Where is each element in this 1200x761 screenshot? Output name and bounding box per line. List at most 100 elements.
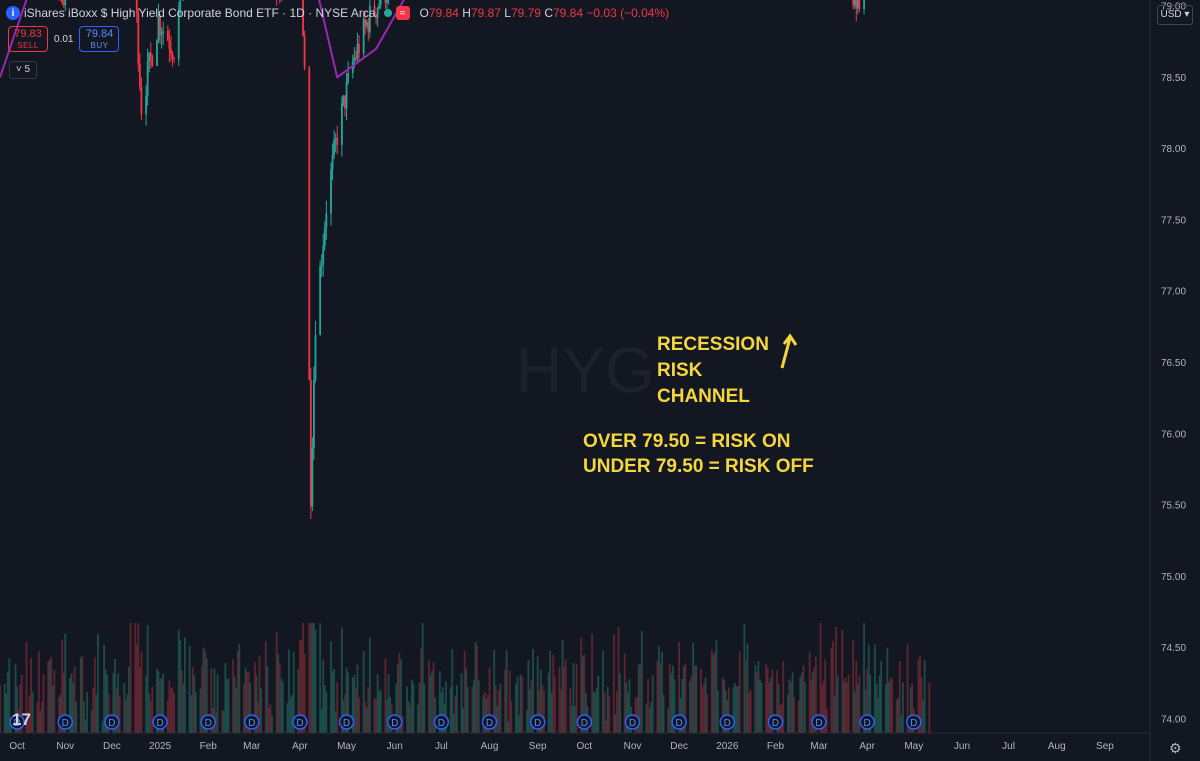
volume-bar xyxy=(667,708,670,733)
dividend-marker-icon: D xyxy=(767,714,784,730)
volume-bar xyxy=(518,715,520,733)
volume-bar xyxy=(190,695,193,733)
volume-bar xyxy=(313,623,315,733)
volume-bar xyxy=(278,662,281,733)
ohlc-readout: O79.84 H79.87 L79.79 C79.84 −0.03 (−0.04… xyxy=(419,6,670,20)
dividend-marker-label: D xyxy=(205,718,212,729)
volume-bar xyxy=(269,703,272,733)
volume-bar xyxy=(314,629,317,733)
volume-bar xyxy=(594,692,597,733)
volume-bar xyxy=(759,679,761,733)
volume-bar xyxy=(504,669,506,733)
volume-bar xyxy=(184,637,186,733)
currency-select[interactable]: USD ▾ xyxy=(1157,5,1193,25)
volume-bar xyxy=(319,623,322,733)
volume-bar xyxy=(137,623,140,733)
volume-bar xyxy=(602,650,604,733)
time-axis[interactable]: Oct Nov Dec 2025 Feb Mar Apr May Jun Jul Aug Sep Oct… xyxy=(0,732,1150,752)
volume-bar xyxy=(227,678,230,733)
candle-body xyxy=(140,86,143,115)
volume-bar xyxy=(748,692,750,733)
volume-bar xyxy=(291,694,294,733)
volume-bar xyxy=(222,711,225,733)
volume-bar xyxy=(79,657,82,733)
volume-bar xyxy=(238,643,241,733)
time-tick-label: Apr xyxy=(859,741,875,752)
dividend-marker-label: D xyxy=(108,718,115,729)
volume-bar xyxy=(477,679,480,733)
market-status-dot-icon[interactable] xyxy=(383,9,392,17)
volume-bar xyxy=(365,707,368,733)
symbol-logo-icon[interactable]: i xyxy=(6,6,20,20)
symbol-title[interactable]: iShares iBoxx $ High Yield Corporate Bon… xyxy=(24,6,376,20)
volume-bar xyxy=(695,666,698,733)
volume-bar xyxy=(288,649,290,733)
volume-bar xyxy=(48,659,51,733)
data-mode-icon[interactable]: ≈ xyxy=(395,6,410,20)
volume-bar xyxy=(712,654,715,733)
time-tick-label: May xyxy=(337,741,356,752)
volume-bar xyxy=(505,650,508,733)
volume-bar xyxy=(194,691,197,733)
gear-icon[interactable]: ⚙ xyxy=(1169,740,1182,757)
candle-body xyxy=(170,48,172,54)
price-tick-label: 76.50 xyxy=(1161,358,1186,369)
volume-bar xyxy=(735,686,738,733)
buy-button[interactable]: 79.84 BUY xyxy=(79,26,120,52)
dividend-marker-icon: D xyxy=(244,714,260,730)
volume-bar xyxy=(877,697,879,733)
volume-bar xyxy=(754,665,757,733)
sell-price: 79.83 xyxy=(14,28,42,40)
candle-body xyxy=(344,95,346,109)
dividend-marker-label: D xyxy=(676,718,683,729)
volume-bar xyxy=(84,719,87,733)
volume-bar xyxy=(362,651,365,733)
volume-bar xyxy=(37,651,40,733)
candle-body xyxy=(322,246,325,265)
volume-bar xyxy=(749,689,752,733)
sell-button[interactable]: 79.83 SELL xyxy=(8,26,48,52)
volume-bar xyxy=(454,695,457,733)
dividend-marker-icon: D xyxy=(624,714,641,730)
volume-bar xyxy=(835,626,837,733)
dividend-marker-label: D xyxy=(534,718,541,729)
time-tick-label: Aug xyxy=(481,741,499,752)
volume-bar xyxy=(833,695,836,733)
candle-body xyxy=(858,0,861,9)
volume-bar xyxy=(182,684,185,733)
volume-bar xyxy=(51,685,54,733)
volume-bar xyxy=(191,666,194,733)
candle-body xyxy=(314,335,317,380)
volume-bar xyxy=(704,677,707,733)
volume-bar xyxy=(289,697,292,733)
volume-bar xyxy=(267,707,270,733)
candle-body xyxy=(353,57,356,62)
volume-bar xyxy=(810,680,813,733)
tradingview-logo-icon[interactable]: 17 xyxy=(12,710,31,730)
volume-bar xyxy=(323,685,326,733)
candle-body xyxy=(852,0,855,6)
price-tick-label: 75.00 xyxy=(1161,572,1186,583)
price-chart[interactable]: HYG RECESSION RISK CHANNEL OVER 79.50 = RIS… xyxy=(0,0,1200,761)
volume-bar xyxy=(662,694,665,733)
indicators-toggle-button[interactable]: ˅ 5 xyxy=(9,61,37,79)
volume-bar xyxy=(836,675,839,733)
volume-bar xyxy=(409,705,412,733)
volume-bar xyxy=(525,710,528,733)
volume-bar xyxy=(449,687,452,733)
volume-bar xyxy=(325,691,328,733)
volume-bar xyxy=(668,664,671,733)
volume-bar xyxy=(225,679,228,733)
candle-body xyxy=(855,0,858,9)
volume-bar xyxy=(451,649,454,733)
price-axis[interactable]: 74.00 74.50 75.00 75.50 76.00 76.50 77.00 77.50… xyxy=(1149,0,1186,761)
volume-bar xyxy=(563,666,566,733)
time-tick-label: Dec xyxy=(670,741,688,752)
volume-bar xyxy=(788,679,791,733)
volume-bar xyxy=(508,670,511,733)
volume-bar xyxy=(384,658,387,733)
candle-body xyxy=(166,31,169,41)
volume-bar xyxy=(429,675,432,733)
volume-bar xyxy=(97,633,99,733)
volume-bar xyxy=(199,688,202,733)
